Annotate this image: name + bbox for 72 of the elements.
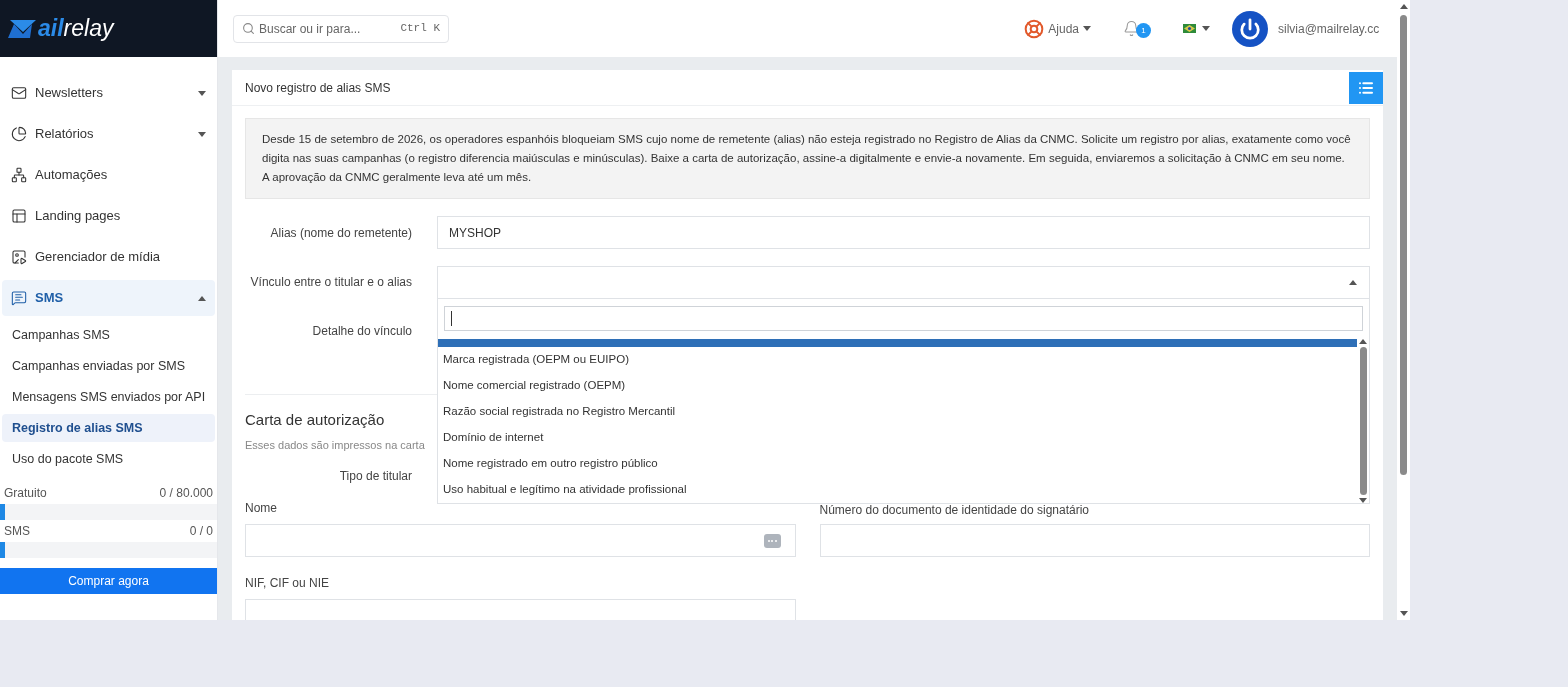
document-input[interactable] — [819, 524, 1370, 557]
caret-icon — [1202, 26, 1210, 31]
dropdown-option[interactable]: Razão social registrada no Registro Mercantil — [438, 398, 1357, 425]
search-icon — [242, 22, 255, 35]
dropdown-option[interactable]: Nome comercial registrado (OEPM) — [438, 372, 1357, 399]
card-title: Novo registro de alias SMS — [245, 79, 392, 97]
caret-icon — [198, 295, 206, 301]
caret-icon — [1359, 498, 1367, 503]
submenu-item[interactable]: Registro de alias SMS — [2, 414, 215, 442]
field-label: NIF, CIF ou NIE — [245, 575, 331, 592]
caret-icon — [1359, 339, 1367, 344]
power-icon — [1239, 17, 1261, 40]
logo[interactable]: ailrelay — [0, 0, 217, 57]
list-icon — [1358, 80, 1374, 96]
bell-icon — [1123, 20, 1140, 37]
user-email[interactable]: silvia@mailrelay.cc — [1278, 19, 1382, 38]
dropdown-option[interactable]: Uso habitual e legítimo na atividade profissional — [438, 477, 1357, 504]
submenu-item[interactable]: Mensagens SMS enviados por API — [2, 383, 215, 411]
help-menu[interactable]: Ajuda — [1024, 18, 1091, 39]
caret-icon — [1083, 26, 1091, 31]
sidebar-item[interactable]: Gerenciador de mídia — [2, 239, 215, 275]
submenu-item[interactable]: Uso do pacote SMS — [2, 445, 215, 473]
usage-reading: 0 / 80.000 — [159, 485, 213, 502]
alias-input[interactable]: MYSHOP — [437, 216, 1370, 249]
field-label: Tipo de titular — [338, 468, 412, 485]
logo-text: ailrelay — [38, 14, 114, 44]
section-title: Carta de autorização — [245, 410, 385, 430]
dropdown-option[interactable]: Domínio de internet — [438, 424, 1357, 451]
section-subtitle: Esses dados são impressos na carta — [245, 437, 425, 453]
info-notice: Desde 15 de setembro de 2026, os operadores espanhóis bloqueiam SMS cujo nome de remetente (alias) não esteja registrado no Registro de Alias da CNMC. Solicite um registro por alias, exatamente como você digita nas suas campanhas (o registro diferencia maiúsculas e minúsculas). Baixe a carta de autorização, assine-a digitalmente e envie-a novamente. Em seguida, enviaremos a solicitação à CNMC em seu nome. A aprovação da CNMC geralmente leva até um mês. — [245, 118, 1370, 199]
more-icon — [763, 533, 781, 548]
layout-icon — [11, 208, 27, 224]
shortcut-hint: Ctrl K — [400, 21, 440, 37]
caret-icon — [1399, 4, 1408, 9]
submenu-item[interactable]: Campanhas enviadas por SMS — [2, 352, 215, 380]
flag-icon — [1183, 24, 1196, 33]
lifebuoy-icon — [1024, 18, 1045, 39]
dropdown-option[interactable]: Marca registrada (OEPM ou EUIPO) — [438, 346, 1357, 373]
caret-icon — [1399, 611, 1408, 616]
envelope-icon — [11, 85, 27, 101]
network-icon — [11, 167, 27, 183]
caret-icon — [198, 90, 206, 96]
usage-reading: 0 / 0 — [189, 523, 213, 540]
image-icon — [11, 249, 27, 265]
field-label: Alias (nome do remetente) — [269, 224, 412, 242]
usage-label: SMS — [4, 523, 30, 540]
envelope-logo-icon — [8, 17, 38, 40]
message-icon — [11, 290, 27, 306]
field-label: Detalhe do vínculo — [311, 323, 412, 340]
field-label: Nome — [245, 500, 278, 517]
submenu-item[interactable]: Campanhas SMS — [2, 321, 215, 349]
list-view-button[interactable] — [1349, 72, 1383, 104]
scrollbar[interactable] — [1357, 339, 1369, 503]
dropdown-option[interactable]: Nome registrado em outro registro público — [438, 451, 1357, 477]
dropdown-search-field[interactable] — [444, 306, 1363, 331]
field-label: Número do documento de identidade do signatário — [819, 502, 1090, 519]
sidebar-item[interactable]: Automações — [2, 157, 215, 193]
buy-button[interactable]: Comprar agora — [0, 568, 217, 594]
caret-icon — [198, 131, 206, 137]
notification-badge: 1 — [1136, 23, 1151, 38]
sidebar-item[interactable]: Newsletters — [2, 75, 215, 111]
caret-icon — [1349, 280, 1357, 285]
user-avatar[interactable] — [1232, 10, 1268, 47]
name-input[interactable] — [245, 524, 796, 557]
sidebar-item[interactable]: Relatórios — [2, 116, 215, 152]
sidebar-item[interactable]: SMS — [2, 280, 215, 316]
pie-chart-icon — [11, 126, 27, 142]
language-menu[interactable] — [1183, 24, 1210, 33]
sidebar-item[interactable]: Landing pages — [2, 198, 215, 234]
usage-label: Gratuito — [4, 485, 47, 502]
field-label: Vínculo entre o titular e o alias — [249, 274, 412, 291]
search-field[interactable]: Buscar ou ir para... Ctrl K — [233, 14, 449, 43]
